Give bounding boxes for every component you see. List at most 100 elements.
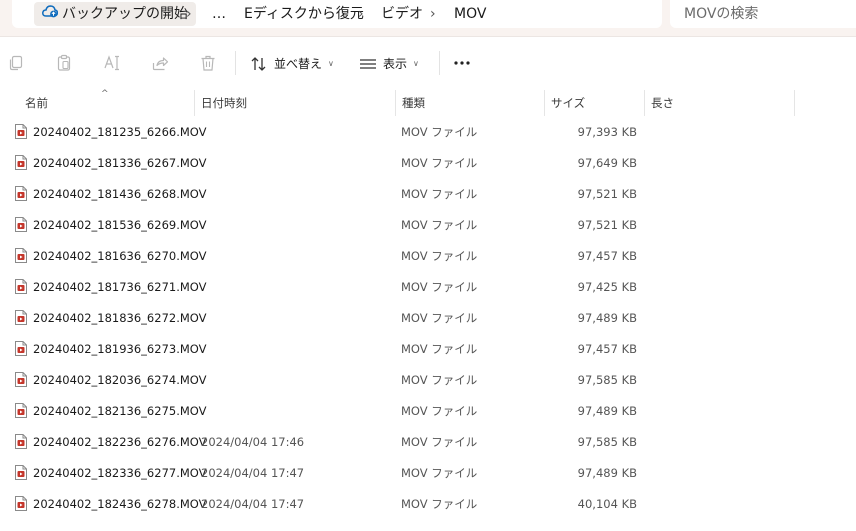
rename-icon[interactable] <box>103 54 121 72</box>
file-name: 20240402_182036_6274.MOV <box>33 373 207 387</box>
file-size: 40,104 KB <box>577 497 637 511</box>
file-row[interactable]: 20240402_181536_6269.MOV MOV ファイル 97,521 K… <box>0 210 856 241</box>
file-date: 2024/04/04 17:46 <box>201 435 305 449</box>
cloud-backup-icon <box>42 2 59 26</box>
share-icon[interactable] <box>151 54 169 72</box>
sort-label: 並べ替え <box>274 56 323 71</box>
file-row[interactable]: 20240402_182336_6277.MOV 2024/04/04 17:47… <box>0 458 856 489</box>
file-row[interactable]: 20240402_181336_6267.MOV MOV ファイル 97,649 K… <box>0 148 856 179</box>
file-type: MOV ファイル <box>401 466 478 480</box>
video-file-icon <box>15 155 27 170</box>
file-name: 20240402_181636_6270.MOV <box>33 249 207 263</box>
sort-button[interactable]: 並べ替え ∨ <box>250 51 334 75</box>
file-size: 97,393 KB <box>577 125 637 139</box>
file-row[interactable]: 20240402_181736_6271.MOV MOV ファイル 97,425 K… <box>0 272 856 303</box>
file-size: 97,457 KB <box>577 342 637 356</box>
file-size: 97,649 KB <box>577 156 637 170</box>
column-headers: ^ 名前 日付時刻 種類 サイズ 長さ <box>0 89 856 116</box>
file-size: 97,489 KB <box>577 466 637 480</box>
file-size: 97,585 KB <box>577 373 637 387</box>
address-bar: バックアップの開始 › … Eディスクから復元 › ビデオ › MOV MOVの… <box>0 0 856 37</box>
file-name: 20240402_182336_6277.MOV <box>33 466 207 480</box>
file-size: 97,521 KB <box>577 218 637 232</box>
breadcrumb-item-restore[interactable]: Eディスクから復元 <box>244 2 364 26</box>
toolbar-divider <box>439 51 440 75</box>
view-button[interactable]: 表示 ∨ <box>359 51 419 75</box>
more-options-icon[interactable] <box>452 51 472 75</box>
column-header-length[interactable]: 長さ <box>645 90 794 116</box>
breadcrumb-item-video[interactable]: ビデオ <box>381 2 423 26</box>
file-type: MOV ファイル <box>401 342 478 356</box>
breadcrumb-separator-icon: › <box>430 6 436 22</box>
file-date: 2024/04/04 17:47 <box>201 466 305 480</box>
search-input[interactable]: MOVの検索 <box>670 0 856 28</box>
file-size: 97,489 KB <box>577 404 637 418</box>
file-name: 20240402_182236_6276.MOV <box>33 435 207 449</box>
video-file-icon <box>15 310 27 325</box>
video-file-icon <box>15 341 27 356</box>
file-row[interactable]: 20240402_181636_6270.MOV MOV ファイル 97,457 K… <box>0 241 856 272</box>
file-name: 20240402_181536_6269.MOV <box>33 218 207 232</box>
file-row[interactable]: 20240402_181936_6273.MOV MOV ファイル 97,457 K… <box>0 334 856 365</box>
video-file-icon <box>15 372 27 387</box>
breadcrumb-separator-icon: › <box>358 6 364 22</box>
file-row[interactable]: 20240402_182136_6275.MOV MOV ファイル 97,489 K… <box>0 396 856 427</box>
file-type: MOV ファイル <box>401 125 478 139</box>
file-row[interactable]: 20240402_182036_6274.MOV MOV ファイル 97,585 K… <box>0 365 856 396</box>
column-header-size[interactable]: サイズ <box>545 90 644 116</box>
file-type: MOV ファイル <box>401 311 478 325</box>
toolbar-divider <box>235 51 236 75</box>
video-file-icon <box>15 279 27 294</box>
chevron-down-icon: ∨ <box>328 58 334 68</box>
breadcrumb-item-backup[interactable]: バックアップの開始 <box>34 2 196 26</box>
file-row[interactable]: 20240402_181235_6266.MOV MOV ファイル 97,393 K… <box>0 117 856 148</box>
file-name: 20240402_181235_6266.MOV <box>33 125 207 139</box>
breadcrumb-item-mov[interactable]: MOV <box>454 2 486 26</box>
copy-icon[interactable] <box>7 54 25 72</box>
file-type: MOV ファイル <box>401 218 478 232</box>
file-size: 97,521 KB <box>577 187 637 201</box>
command-bar: 並べ替え ∨ 表示 ∨ <box>0 37 856 89</box>
file-size: 97,585 KB <box>577 435 637 449</box>
column-header-name[interactable]: 名前 <box>19 90 194 116</box>
file-name: 20240402_182136_6275.MOV <box>33 404 207 418</box>
view-list-icon <box>360 58 376 69</box>
file-type: MOV ファイル <box>401 404 478 418</box>
file-size: 97,489 KB <box>577 311 637 325</box>
file-size: 97,457 KB <box>577 249 637 263</box>
file-type: MOV ファイル <box>401 156 478 170</box>
file-name: 20240402_182436_6278.MOV <box>33 497 207 511</box>
video-file-icon <box>15 496 27 511</box>
paste-icon[interactable] <box>55 54 73 72</box>
file-type: MOV ファイル <box>401 497 478 511</box>
file-row[interactable]: 20240402_181836_6272.MOV MOV ファイル 97,489 K… <box>0 303 856 334</box>
file-type: MOV ファイル <box>401 187 478 201</box>
search-placeholder: MOVの検索 <box>684 6 759 22</box>
file-name: 20240402_181936_6273.MOV <box>33 342 207 356</box>
video-file-icon <box>15 465 27 480</box>
file-type: MOV ファイル <box>401 373 478 387</box>
file-name: 20240402_181736_6271.MOV <box>33 280 207 294</box>
video-file-icon <box>15 186 27 201</box>
file-row[interactable]: 20240402_182236_6276.MOV 2024/04/04 17:46… <box>0 427 856 458</box>
file-name: 20240402_181336_6267.MOV <box>33 156 207 170</box>
sort-icon <box>251 56 266 71</box>
file-row[interactable]: 20240402_181436_6268.MOV MOV ファイル 97,521 K… <box>0 179 856 210</box>
file-size: 97,425 KB <box>577 280 637 294</box>
breadcrumb-overflow-button[interactable]: … <box>212 2 226 26</box>
file-name: 20240402_181436_6268.MOV <box>33 187 207 201</box>
video-file-icon <box>15 248 27 263</box>
file-type: MOV ファイル <box>401 249 478 263</box>
video-file-icon <box>15 403 27 418</box>
column-header-type[interactable]: 種類 <box>396 90 544 116</box>
breadcrumb-label: バックアップの開始 <box>62 6 188 22</box>
column-resize-handle[interactable] <box>794 90 795 116</box>
breadcrumb-separator-icon: › <box>186 6 192 22</box>
column-header-date[interactable]: 日付時刻 <box>195 90 395 116</box>
view-label: 表示 <box>383 56 408 71</box>
file-type: MOV ファイル <box>401 435 478 449</box>
video-file-icon <box>15 124 27 139</box>
file-row[interactable]: 20240402_182436_6278.MOV 2024/04/04 17:47… <box>0 489 856 520</box>
breadcrumb: バックアップの開始 › … Eディスクから復元 › ビデオ › MOV <box>12 0 662 28</box>
delete-icon[interactable] <box>199 54 217 72</box>
